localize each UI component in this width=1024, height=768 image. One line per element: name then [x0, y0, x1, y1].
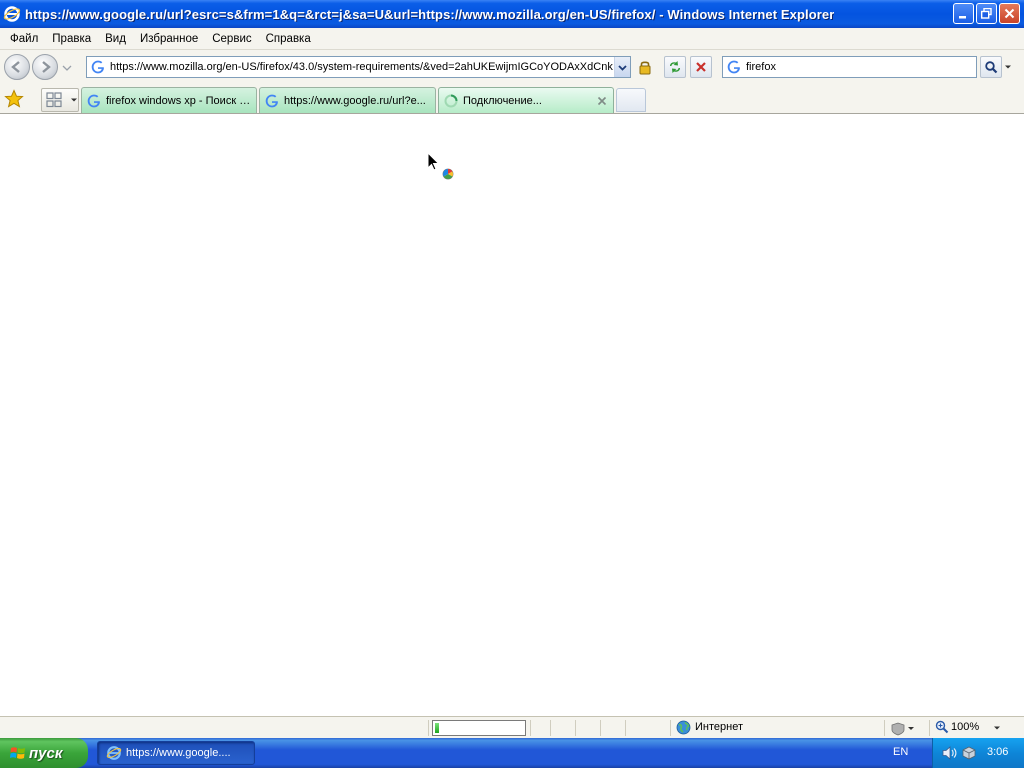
google-icon — [91, 60, 104, 74]
favorites-star-icon[interactable] — [4, 89, 24, 109]
restore-icon — [981, 8, 992, 19]
taskbar-window-label: https://www.google.... — [126, 747, 231, 759]
internet-zone-globe-icon — [676, 720, 691, 735]
tab-close-icon[interactable] — [597, 96, 607, 106]
close-button[interactable] — [999, 3, 1020, 24]
search-button[interactable] — [980, 56, 1002, 78]
internet-explorer-icon — [106, 746, 122, 760]
quick-tabs-button[interactable] — [41, 88, 79, 112]
refresh-button[interactable] — [664, 56, 686, 78]
windows-logo-icon — [10, 747, 25, 759]
volume-icon[interactable] — [941, 745, 959, 761]
tab-google-url[interactable]: https://www.google.ru/url?e... — [259, 87, 436, 113]
address-dropdown-button[interactable] — [614, 57, 630, 77]
chevron-down-icon — [618, 64, 627, 71]
minimize-button[interactable] — [953, 3, 974, 24]
forward-button[interactable] — [32, 54, 58, 80]
loading-icon — [444, 94, 458, 107]
window-title: https://www.google.ru/url?esrc=s&frm=1&q… — [25, 6, 835, 22]
tab-label: firefox windows xp - Поиск в... — [106, 94, 252, 107]
title-bar[interactable]: https://www.google.ru/url?esrc=s&frm=1&q… — [0, 0, 1024, 28]
tab-firefox-search[interactable]: firefox windows xp - Поиск в... — [81, 87, 257, 113]
zoom-magnifier-icon — [935, 720, 949, 734]
chevron-down-icon — [71, 98, 77, 102]
arrow-left-icon — [11, 61, 20, 73]
language-indicator[interactable]: EN — [893, 746, 908, 758]
back-button[interactable] — [4, 54, 30, 80]
progress-fill — [435, 723, 440, 733]
tab-label: https://www.google.ru/url?e... — [284, 94, 426, 107]
busy-cursor-icon — [427, 152, 454, 180]
clock[interactable]: 3:06 — [987, 746, 1008, 758]
search-field[interactable]: firefox — [722, 56, 977, 78]
google-icon — [87, 94, 100, 107]
internet-explorer-icon — [3, 6, 21, 22]
zoom-level[interactable]: 100% — [951, 721, 979, 733]
lock-icon — [639, 61, 651, 75]
security-zone-label[interactable]: Интернет — [695, 721, 743, 733]
system-tray: 3:06 — [932, 738, 1024, 768]
tab-label: Подключение... — [463, 94, 542, 107]
menu-tools[interactable]: Сервис — [205, 30, 258, 48]
magnifier-icon — [985, 61, 998, 74]
search-options-button[interactable] — [1001, 56, 1015, 78]
search-input[interactable]: firefox — [746, 61, 776, 73]
minimize-icon — [959, 16, 966, 19]
zoom-dropdown-icon[interactable] — [993, 724, 1001, 732]
tab-bar: firefox windows xp - Поиск в... https://… — [0, 84, 1024, 114]
start-button[interactable]: пуск — [0, 738, 88, 768]
menu-favorites[interactable]: Избранное — [133, 30, 205, 48]
address-input[interactable]: https://www.mozilla.org/en-US/firefox/43… — [110, 61, 614, 73]
page-content[interactable] — [0, 114, 1024, 716]
taskbar: пуск https://www.google.... EN 3:06 — [0, 738, 1024, 768]
tab-connecting[interactable]: Подключение... — [438, 87, 614, 113]
chevron-down-icon — [1005, 65, 1011, 69]
close-icon — [1004, 8, 1015, 19]
history-dropdown-icon[interactable] — [62, 63, 72, 73]
menu-file[interactable]: Файл — [3, 30, 45, 48]
menu-bar: Файл Правка Вид Избранное Сервис Справка — [0, 28, 1024, 50]
taskbar-ie-window[interactable]: https://www.google.... — [97, 741, 255, 765]
address-bar[interactable]: https://www.mozilla.org/en-US/firefox/43… — [86, 56, 631, 78]
menu-help[interactable]: Справка — [259, 30, 318, 48]
arrow-right-icon — [42, 61, 51, 73]
start-label: пуск — [29, 744, 63, 762]
network-icon[interactable] — [961, 745, 977, 761]
menu-view[interactable]: Вид — [98, 30, 133, 48]
stop-button[interactable] — [690, 56, 712, 78]
navigation-bar: https://www.mozilla.org/en-US/firefox/43… — [0, 50, 1024, 84]
google-icon — [265, 94, 278, 107]
google-search-provider-icon — [727, 60, 740, 74]
protected-mode-icon[interactable] — [890, 721, 916, 736]
stop-icon — [696, 62, 706, 72]
quick-tabs-icon — [46, 92, 62, 108]
security-lock-button[interactable] — [634, 56, 656, 78]
status-bar: Интернет 100% — [0, 716, 1024, 738]
restore-button[interactable] — [976, 3, 997, 24]
page-load-progress — [432, 720, 526, 736]
refresh-icon — [670, 61, 680, 73]
menu-edit[interactable]: Правка — [45, 30, 98, 48]
new-tab-button[interactable] — [616, 88, 646, 112]
